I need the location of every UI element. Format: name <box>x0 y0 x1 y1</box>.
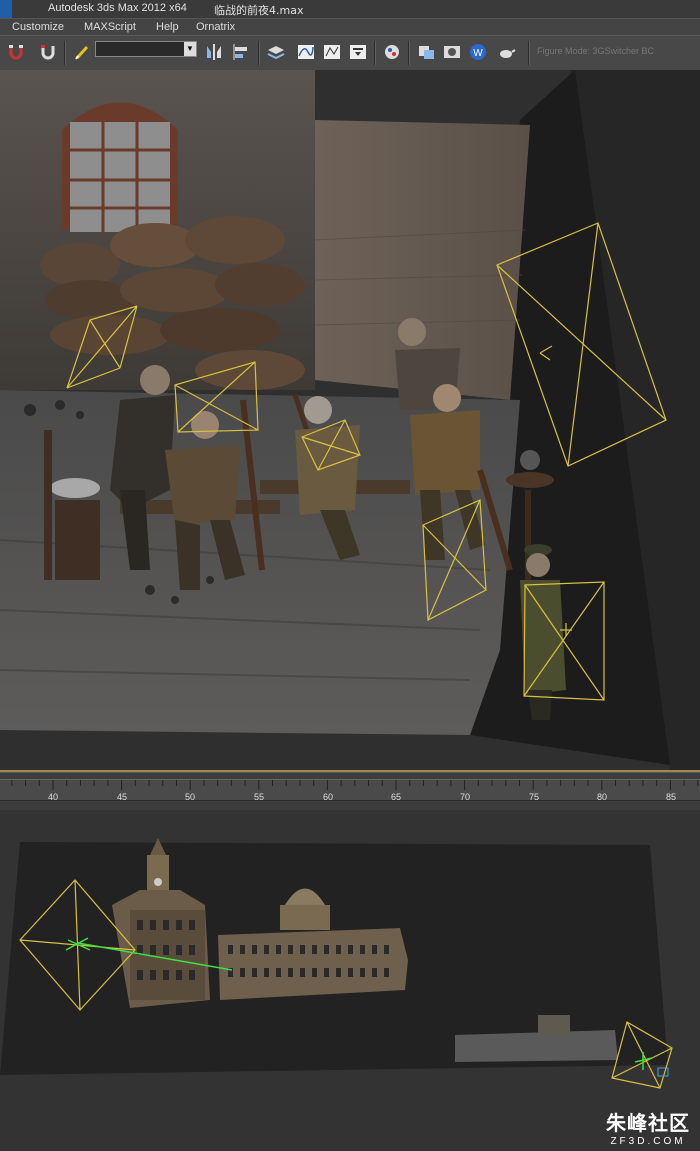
tick-label: 75 <box>529 792 540 802</box>
main-toolbar: ▼ W Figure Mode: 3GSwitcher BC <box>0 35 700 71</box>
menu-ornatrix[interactable]: Ornatrix <box>196 21 235 33</box>
title-bar: Autodesk 3ds Max 2012 x64 临战的前夜4.max <box>0 0 700 18</box>
street-strip <box>455 1030 618 1062</box>
watermark-site: ZF3D.COM <box>610 1136 686 1147</box>
tick-label: 85 <box>666 792 677 802</box>
toolbar-separator <box>374 41 376 65</box>
viewport-secondary[interactable]: 朱峰社区 ZF3D.COM <box>0 810 700 1151</box>
tick-label: 70 <box>460 792 471 802</box>
tick-label: 55 <box>254 792 265 802</box>
curve-editor-icon[interactable] <box>296 42 316 62</box>
magnet-icon[interactable] <box>6 42 26 62</box>
layer-manager-icon[interactable] <box>266 42 286 62</box>
toolbar-separator <box>64 41 66 65</box>
tick-label: 40 <box>48 792 59 802</box>
tick-label: 60 <box>323 792 334 802</box>
edit-pencil-icon[interactable] <box>72 42 92 62</box>
render-teapot-icon[interactable]: W <box>468 42 488 62</box>
watermark-name: 朱峰社区 <box>606 1111 690 1135</box>
track-ruler[interactable] <box>0 779 700 801</box>
app-title: Autodesk 3ds Max 2012 x64 <box>48 2 187 14</box>
menu-bar: Customize MAXScript Help Ornatrix <box>0 18 700 36</box>
app-icon <box>0 0 12 18</box>
tick-label: 80 <box>597 792 608 802</box>
viewport-perspective[interactable] <box>0 70 700 772</box>
svg-text:W: W <box>473 48 483 59</box>
time-slider[interactable]: 40 45 50 55 60 65 70 75 80 85 <box>0 772 700 811</box>
watermark: 朱峰社区 ZF3D.COM <box>606 1107 690 1147</box>
file-name: 临战的前夜4.max <box>214 4 304 17</box>
chevron-down-icon: ▼ <box>184 42 196 56</box>
scene-render <box>0 70 700 770</box>
window-glass <box>70 122 170 232</box>
named-selection-dropdown[interactable]: ▼ <box>95 41 197 57</box>
menu-customize[interactable]: Customize <box>12 21 64 33</box>
rendered-frame-icon[interactable] <box>416 42 436 62</box>
menu-help[interactable]: Help <box>156 21 179 33</box>
toolbar-separator <box>528 41 530 65</box>
toolbar-separator <box>408 41 410 65</box>
ruler-ticks <box>11 780 699 790</box>
schematic-view-icon[interactable] <box>322 42 342 62</box>
menu-maxscript[interactable]: MAXScript <box>84 21 136 33</box>
tick-label: 45 <box>117 792 128 802</box>
distant-building <box>538 1015 570 1035</box>
render-production-icon[interactable] <box>442 42 462 62</box>
figure-mode-label: Figure Mode: 3GSwitcher BC <box>537 46 655 56</box>
render-setup-icon[interactable] <box>382 42 402 62</box>
tick-label: 65 <box>391 792 402 802</box>
snap-toggle-icon[interactable] <box>38 42 58 62</box>
scene-buildings <box>0 838 673 1089</box>
material-editor-icon[interactable] <box>348 42 368 62</box>
tick-label: 50 <box>185 792 196 802</box>
mirror-icon[interactable] <box>204 42 224 62</box>
teapot-icon[interactable] <box>496 42 516 62</box>
toolbar-separator <box>258 41 260 65</box>
align-icon[interactable] <box>232 42 252 62</box>
